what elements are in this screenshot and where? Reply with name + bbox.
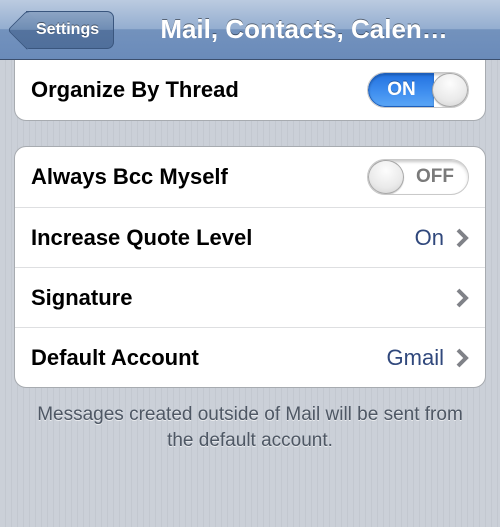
switch-knob-icon xyxy=(368,160,404,194)
row-value: Gmail xyxy=(387,345,444,371)
switch-knob-icon xyxy=(432,73,468,107)
settings-group-threading: Organize By Thread ON OFF xyxy=(14,60,486,121)
row-label: Organize By Thread xyxy=(31,77,239,103)
content: Organize By Thread ON OFF Always Bcc Mys… xyxy=(0,60,500,527)
row-increase-quote-level[interactable]: Increase Quote Level On xyxy=(15,207,485,267)
switch-on-label: ON xyxy=(368,73,434,107)
nav-bar: Settings Mail, Contacts, Calen… xyxy=(0,0,500,60)
row-label: Increase Quote Level xyxy=(31,225,252,251)
chevron-right-icon xyxy=(456,348,469,368)
chevron-right-icon xyxy=(456,228,469,248)
row-default-account[interactable]: Default Account Gmail xyxy=(15,327,485,387)
switch-off-label: OFF xyxy=(402,160,468,194)
switch-organize-by-thread[interactable]: ON OFF xyxy=(367,72,469,108)
row-label: Always Bcc Myself xyxy=(31,164,228,190)
page-title: Mail, Contacts, Calen… xyxy=(122,14,486,45)
settings-group-composing: Always Bcc Myself ON OFF Increase Quote … xyxy=(14,146,486,388)
row-label: Default Account xyxy=(31,345,199,371)
back-button-label: Settings xyxy=(36,21,99,39)
row-label: Signature xyxy=(31,285,132,311)
switch-always-bcc[interactable]: ON OFF xyxy=(367,159,469,195)
group-footer-text: Messages created outside of Mail will be… xyxy=(30,402,470,453)
chevron-right-icon xyxy=(456,288,469,308)
row-value: On xyxy=(415,225,444,251)
back-button[interactable]: Settings xyxy=(26,11,114,49)
row-signature[interactable]: Signature xyxy=(15,267,485,327)
row-organize-by-thread[interactable]: Organize By Thread ON OFF xyxy=(15,60,485,120)
row-always-bcc-myself[interactable]: Always Bcc Myself ON OFF xyxy=(15,147,485,207)
